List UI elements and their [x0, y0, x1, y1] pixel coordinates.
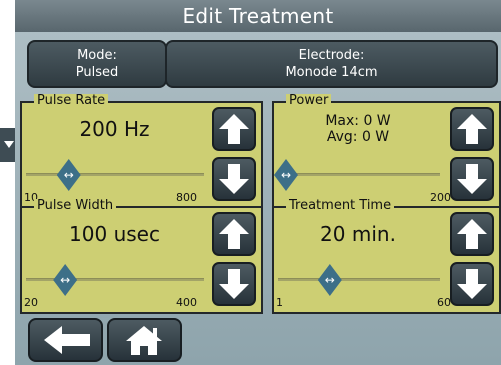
pulse-rate-decrease-button[interactable] [212, 157, 256, 201]
treatment-time-label: Treatment Time [286, 199, 395, 213]
pulse-rate-slider-track[interactable] [26, 173, 204, 176]
power-decrease-button[interactable] [450, 157, 494, 201]
pulse-rate-slider-knob[interactable]: ↔ [56, 159, 81, 191]
pulse-rate-panel: Pulse Rate 200 Hz ↔ 10 800 [20, 94, 263, 209]
electrode-button[interactable]: Electrode: Monode 14cm [165, 40, 498, 88]
electrode-label: Electrode: [298, 48, 365, 63]
mode-label: Mode: [77, 48, 117, 63]
power-readout: Max: 0 W Avg: 0 W [274, 113, 442, 145]
side-drawer-tab[interactable] [0, 128, 15, 162]
pulse-rate-value: 200 Hz [79, 117, 150, 141]
home-button[interactable] [107, 318, 182, 362]
power-increase-button[interactable] [450, 107, 494, 151]
power-slider-knob[interactable]: ↔ [274, 159, 298, 191]
pulse-width-decrease-button[interactable] [212, 262, 256, 306]
arrow-up-icon [457, 219, 487, 249]
back-arrow-icon [44, 326, 90, 354]
power-avg: Avg: 0 W [326, 129, 390, 145]
treatment-time-min: 1 [276, 296, 283, 309]
pulse-width-value: 100 usec [69, 222, 160, 246]
treatment-time-max: 60 [437, 296, 451, 309]
arrow-down-icon [219, 269, 249, 299]
treatment-time-panel: Treatment Time 20 min. ↔ 1 60 [272, 199, 501, 314]
treatment-time-increase-button[interactable] [450, 212, 494, 256]
treatment-time-slider-track[interactable] [278, 278, 440, 281]
pulse-width-label: Pulse Width [34, 199, 117, 213]
power-panel: Power Max: 0 W Avg: 0 W ↔ 200 [272, 94, 501, 209]
power-max: Max: 0 W [325, 113, 391, 129]
power-max-label: 200 [430, 191, 451, 204]
arrow-up-icon [457, 114, 487, 144]
arrow-down-icon [219, 164, 249, 194]
treatment-time-decrease-button[interactable] [450, 262, 494, 306]
arrow-down-icon [457, 164, 487, 194]
caret-down-icon [4, 141, 14, 148]
treatment-time-slider-knob[interactable]: ↔ [317, 264, 342, 296]
pulse-rate-increase-button[interactable] [212, 107, 256, 151]
electrode-value: Monode 14cm [285, 65, 378, 80]
mode-value: Pulsed [75, 65, 119, 80]
pulse-rate-label: Pulse Rate [34, 94, 109, 108]
pulse-width-slider-knob[interactable]: ↔ [53, 264, 78, 296]
power-label: Power [286, 94, 332, 108]
pulse-width-max: 400 [176, 296, 197, 309]
pulse-rate-max: 800 [176, 191, 197, 204]
mode-button[interactable]: Mode: Pulsed [27, 40, 167, 88]
pulse-width-increase-button[interactable] [212, 212, 256, 256]
pulse-width-slider-track[interactable] [26, 278, 204, 281]
treatment-time-value: 20 min. [320, 222, 396, 246]
power-slider-track[interactable] [278, 173, 440, 176]
pulse-width-panel: Pulse Width 100 usec ↔ 20 400 [20, 199, 263, 314]
page-title: Edit Treatment [15, 0, 501, 32]
arrow-up-icon [219, 114, 249, 144]
arrow-up-icon [219, 219, 249, 249]
back-button[interactable] [28, 318, 103, 362]
treatment-screen: Edit Treatment Mode: Pulsed Electrode: M… [15, 0, 501, 365]
pulse-width-min: 20 [24, 296, 38, 309]
arrow-down-icon [457, 269, 487, 299]
home-icon [126, 326, 162, 355]
